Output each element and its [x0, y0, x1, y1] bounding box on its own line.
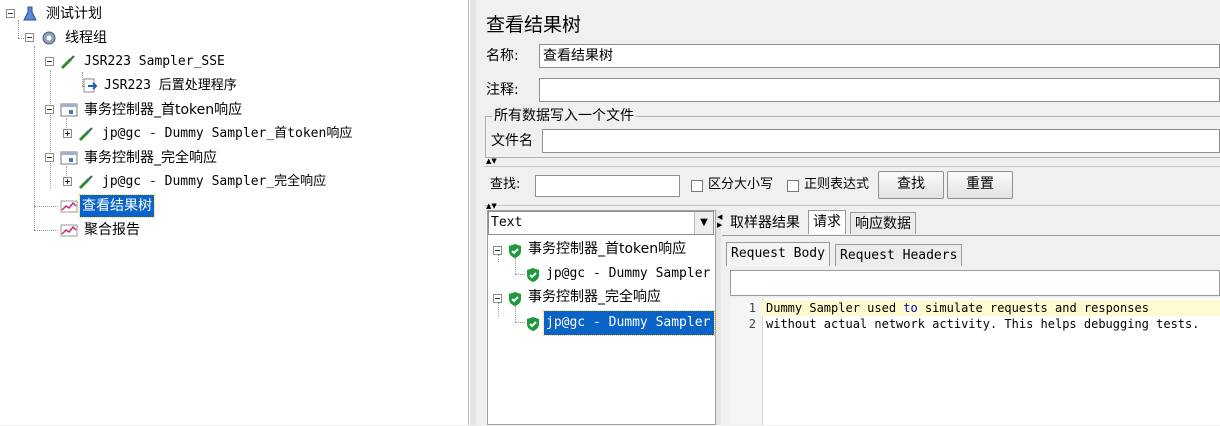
subtab-request-body[interactable]: Request Body [726, 242, 830, 266]
code-keyword: to [903, 301, 918, 315]
result-list: 事务控制器_首token响应 jp@gc - Dummy Sampler 事务控… [488, 236, 715, 336]
chart-icon [60, 198, 78, 214]
tree-item-label: 事务控制器_首token响应 [84, 102, 243, 118]
chevron-down-icon[interactable]: ▼ [694, 212, 713, 234]
result-item[interactable]: 事务控制器_首token响应 [488, 238, 714, 262]
collapse-toggle[interactable] [45, 153, 54, 162]
tree-item-view-results-tree[interactable]: 查看结果树 [0, 194, 460, 218]
document-arrow-icon [82, 78, 98, 94]
pipette-icon [78, 126, 94, 142]
code-line: without actual network activity. This he… [766, 317, 1200, 331]
tree-item-label: JSR223 后置处理程序 [104, 78, 237, 93]
reset-button[interactable]: 重置 [947, 171, 1013, 199]
success-shield-icon [509, 244, 521, 258]
expand-toggle[interactable] [63, 129, 72, 138]
tree-item-label: 测试计划 [46, 6, 102, 22]
collapse-toggle[interactable] [6, 9, 15, 18]
search-input[interactable] [535, 175, 680, 197]
tree-item-dummy-sampler-complete[interactable]: jp@gc - Dummy Sampler_完全响应 [0, 171, 460, 193]
result-item-label: 事务控制器_首token响应 [528, 241, 687, 257]
search-label: 查找: [490, 177, 521, 192]
find-button[interactable]: 查找 [878, 171, 944, 199]
tree-connector [34, 230, 58, 231]
code-line: Dummy Sampler used to simulate requests … [766, 300, 1149, 316]
collapse-arrows-icon[interactable]: ▲▼ [486, 158, 497, 165]
collapse-toggle[interactable] [493, 294, 502, 303]
result-item-label: 事务控制器_完全响应 [528, 289, 661, 305]
comment-field[interactable] [539, 78, 1220, 102]
subtab-request-headers[interactable]: Request Headers [835, 244, 963, 266]
line-number: 1 [748, 301, 756, 315]
case-sensitive-checkbox[interactable] [691, 180, 703, 192]
tab-request[interactable]: 请求 [808, 210, 846, 234]
filename-field[interactable] [542, 129, 1220, 153]
name-field[interactable]: 查看结果树 [539, 44, 1220, 68]
write-to-file-group-title: 所有数据写入一个文件 [492, 107, 636, 125]
renderer-select-value: Text [491, 215, 523, 230]
success-shield-icon [509, 292, 521, 306]
flask-icon [22, 6, 38, 22]
tree-connector [34, 206, 58, 207]
tree-item-label: JSR223 Sampler_SSE [84, 54, 225, 69]
page-title: 查看结果树 [486, 14, 582, 36]
collapse-toggle[interactable] [45, 57, 54, 66]
detail-panel: 取样器结果 请求 响应数据 Request Body Request Heade… [722, 210, 1220, 425]
result-item-selected[interactable]: jp@gc - Dummy Sampler [488, 310, 715, 336]
result-item-label: jp@gc - Dummy Sampler [543, 310, 715, 336]
transaction-controller-icon [60, 102, 78, 118]
tree-item-label: 事务控制器_完全响应 [84, 150, 217, 166]
success-shield-icon [527, 317, 539, 331]
code-text: Dummy Sampler used [766, 301, 904, 315]
tree-item-label: 线程组 [65, 30, 107, 46]
tree-item-dummy-sampler-first-token[interactable]: jp@gc - Dummy Sampler_首token响应 [0, 123, 460, 145]
success-shield-icon [527, 268, 539, 282]
chart-icon [60, 222, 78, 238]
tree-item-label: 聚合报告 [84, 222, 140, 238]
tree-item-test-plan[interactable]: 测试计划 [0, 3, 460, 25]
test-plan-tree[interactable]: 测试计划 线程组 JSR223 Sampler_SSE JSR223 后置处理程… [0, 0, 469, 425]
request-path-field[interactable] [730, 270, 1220, 296]
collapse-toggle[interactable] [25, 33, 34, 42]
collapse-toggle[interactable] [493, 246, 502, 255]
line-number-gutter: 1 2 [730, 298, 763, 425]
tab-response-data[interactable]: 响应数据 [850, 212, 916, 234]
result-item[interactable]: 事务控制器_完全响应 [488, 286, 714, 310]
result-item-label: jp@gc - Dummy Sampler [546, 266, 711, 281]
tree-item-jsr223-post-processor[interactable]: JSR223 后置处理程序 [0, 75, 460, 97]
tab-sampler-result[interactable]: 取样器结果 [726, 212, 804, 234]
tree-connector [515, 274, 525, 275]
tree-item-label: jp@gc - Dummy Sampler_完全响应 [102, 174, 327, 189]
collapse-toggle[interactable] [45, 105, 54, 114]
results-splitter[interactable] [716, 210, 721, 425]
result-item[interactable]: jp@gc - Dummy Sampler [488, 262, 714, 286]
code-text: simulate requests and responses [917, 301, 1149, 315]
view-results-tree-panel: 查看结果树 名称: 查看结果树 注释: 所有数据写入一个文件 文件名 ▲▼ 查找… [476, 0, 1220, 425]
line-number: 2 [748, 317, 756, 331]
tree-item-transaction-complete[interactable]: 事务控制器_完全响应 [0, 147, 460, 169]
request-body-editor[interactable]: 1 2 Dummy Sampler used to simulate reque… [730, 298, 1220, 425]
tree-item-transaction-first-token[interactable]: 事务控制器_首token响应 [0, 99, 460, 121]
pipette-icon [60, 54, 76, 70]
gear-icon [41, 30, 57, 46]
regex-label: 正则表达式 [804, 177, 870, 192]
filename-label: 文件名 [491, 133, 533, 149]
tree-item-label: jp@gc - Dummy Sampler_首token响应 [102, 126, 353, 141]
pipette-icon [78, 174, 94, 190]
tree-item-thread-group[interactable]: 线程组 [0, 27, 460, 49]
tree-connector [515, 322, 525, 323]
tree-item-aggregate-report[interactable]: 聚合报告 [0, 219, 460, 241]
tree-item-label: 查看结果树 [79, 194, 155, 218]
renderer-select[interactable]: Text ▼ [488, 211, 714, 235]
expand-toggle[interactable] [63, 177, 72, 186]
transaction-controller-icon [60, 150, 78, 166]
comment-label: 注释: [486, 82, 519, 98]
regex-checkbox[interactable] [787, 180, 799, 192]
case-sensitive-label: 区分大小写 [708, 177, 774, 192]
name-label: 名称: [486, 48, 519, 64]
tree-item-jsr223-sampler[interactable]: JSR223 Sampler_SSE [0, 51, 460, 73]
collapse-arrows-icon[interactable]: ▲▼ [486, 203, 497, 210]
